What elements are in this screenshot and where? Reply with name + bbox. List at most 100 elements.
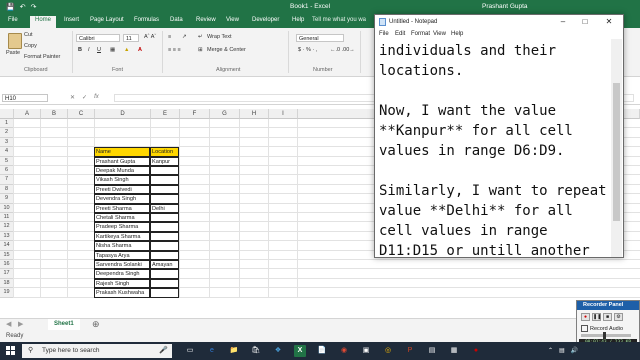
name-cell[interactable]: Devendra Singh (94, 194, 150, 204)
location-cell[interactable] (150, 269, 179, 279)
notepad-scrollbar[interactable] (611, 39, 622, 257)
font-color-icon[interactable]: A (138, 47, 142, 53)
enter-icon[interactable]: ✓ (82, 94, 87, 101)
column-header-b[interactable]: B (41, 109, 68, 119)
minimize-icon[interactable]: – (553, 15, 573, 29)
name-cell[interactable]: Deependra Singh (94, 269, 150, 279)
name-cell[interactable]: Preeti Sharma (94, 203, 150, 213)
location-cell[interactable] (150, 194, 179, 204)
tab-formulas[interactable]: Formulas (134, 17, 159, 23)
decimal-icon[interactable]: ←.0 .00→ (330, 47, 355, 53)
name-cell[interactable]: Rajesh Singh (94, 278, 150, 289)
merge-center-button[interactable]: Merge & Center (207, 47, 246, 53)
location-cell[interactable] (150, 222, 179, 232)
wrap-text-icon[interactable]: ↵ (198, 34, 203, 40)
save-icon[interactable]: 💾 (6, 3, 15, 11)
tab-page-layout[interactable]: Page Layout (90, 17, 124, 23)
location-cell[interactable] (150, 288, 179, 298)
orientation-icon[interactable]: ↗ (182, 34, 187, 40)
name-cell[interactable]: Sarvendra Solanki (94, 260, 150, 270)
align-top-icon[interactable]: ≡ (168, 34, 171, 40)
name-cell[interactable]: Preeti Dwivedi (94, 184, 150, 195)
microphone-icon[interactable]: 🎤 (159, 344, 168, 358)
location-cell[interactable]: Kanpur (150, 156, 179, 166)
underline-button[interactable]: U (97, 47, 101, 53)
show-hidden-icon[interactable]: ⌃ (548, 347, 553, 354)
italic-button[interactable]: I (88, 47, 90, 53)
location-cell[interactable] (150, 250, 179, 260)
currency-format-icon[interactable]: $ · % · , (298, 47, 317, 53)
taskbar-search-box[interactable]: ⚲ Type here to search 🎤 (22, 344, 172, 358)
row-header-2[interactable]: 2 (0, 128, 14, 138)
location-cell[interactable] (150, 175, 179, 185)
name-cell[interactable]: Kartikeya Sharma (94, 231, 150, 242)
merge-center-icon[interactable]: ⊞ (198, 47, 203, 53)
name-cell[interactable]: Prakash Kushwaha (94, 288, 150, 298)
file-explorer-icon[interactable]: 📁 (228, 345, 240, 357)
format-painter-button[interactable]: Format Painter (24, 54, 60, 60)
store-icon[interactable]: 🛍 (250, 345, 262, 357)
fill-color-icon[interactable]: ▲ (124, 47, 129, 53)
row-header-10[interactable]: 10 (0, 203, 14, 213)
record-audio-option[interactable]: Record Audio (581, 325, 623, 332)
font-size-combo[interactable]: 11 (123, 34, 139, 42)
name-cell[interactable]: Prashant Gupta (94, 156, 150, 166)
task-view-icon[interactable]: ▭ (184, 345, 196, 357)
row-header-17[interactable]: 17 (0, 269, 14, 279)
bold-button[interactable]: B (78, 47, 82, 53)
undo-icon[interactable]: ↶ (20, 3, 26, 11)
add-sheet-icon[interactable]: ⊕ (92, 319, 100, 330)
paste-icon[interactable] (8, 33, 22, 49)
settings-icon[interactable]: ⚙ (614, 313, 623, 321)
close-icon[interactable]: ✕ (599, 15, 619, 29)
tab-developer[interactable]: Developer (252, 17, 279, 23)
row-header-4[interactable]: 4 (0, 147, 14, 157)
record-icon[interactable]: ● (581, 313, 590, 321)
volume-slider[interactable] (581, 332, 631, 339)
tab-file[interactable]: File (8, 17, 18, 23)
excel-taskbar-icon[interactable]: X (294, 345, 306, 357)
row-header-7[interactable]: 7 (0, 175, 14, 185)
name-box[interactable]: H10 (2, 94, 48, 102)
tell-me-box[interactable]: Tell me what you wa (312, 17, 366, 23)
maximize-icon[interactable]: □ (575, 15, 595, 29)
cancel-icon[interactable]: ✕ (70, 94, 75, 101)
location-cell[interactable] (150, 231, 179, 242)
location-cell[interactable] (150, 213, 179, 223)
dropbox-icon[interactable]: ❖ (272, 345, 284, 357)
table-header-name[interactable]: Name (94, 147, 150, 157)
app-icon-4[interactable]: ▦ (448, 345, 460, 357)
row-header-3[interactable]: 3 (0, 137, 14, 148)
row-header-1[interactable]: 1 (0, 119, 14, 129)
menu-format[interactable]: Format (411, 29, 430, 39)
location-cell[interactable] (150, 278, 179, 289)
tab-help[interactable]: Help (292, 17, 304, 23)
copy-button[interactable]: Copy (24, 43, 37, 49)
insert-function-icon[interactable]: fx (94, 94, 99, 101)
row-header-16[interactable]: 16 (0, 260, 14, 270)
table-header-location[interactable]: Location (150, 147, 179, 157)
network-icon[interactable]: ▤ (559, 347, 565, 354)
name-cell[interactable]: Deepak Munda (94, 166, 150, 176)
stop-icon[interactable]: ■ (603, 313, 612, 321)
location-cell[interactable] (150, 166, 179, 176)
sheet-nav-left-icon[interactable]: ◀ (6, 320, 11, 328)
row-header-19[interactable]: 19 (0, 288, 14, 298)
windows-start-icon[interactable] (6, 346, 16, 356)
app-icon-2[interactable]: ▣ (360, 345, 372, 357)
row-header-11[interactable]: 11 (0, 213, 14, 223)
row-header-13[interactable]: 13 (0, 231, 14, 242)
wrap-text-button[interactable]: Wrap Text (207, 34, 232, 40)
menu-file[interactable]: File (379, 29, 389, 39)
paste-button[interactable]: Paste (6, 50, 20, 56)
powerpoint-icon[interactable]: P (404, 345, 416, 357)
row-header-14[interactable]: 14 (0, 241, 14, 251)
row-header-9[interactable]: 9 (0, 194, 14, 204)
user-name[interactable]: Prashant Gupta (482, 3, 528, 10)
name-cell[interactable]: Vikash Singh (94, 175, 150, 185)
row-header-6[interactable]: 6 (0, 166, 14, 176)
name-cell[interactable]: Tapasya Arya (94, 250, 150, 260)
tab-view[interactable]: View (226, 17, 239, 23)
row-header-5[interactable]: 5 (0, 156, 14, 166)
number-format-combo[interactable]: General (296, 34, 344, 42)
